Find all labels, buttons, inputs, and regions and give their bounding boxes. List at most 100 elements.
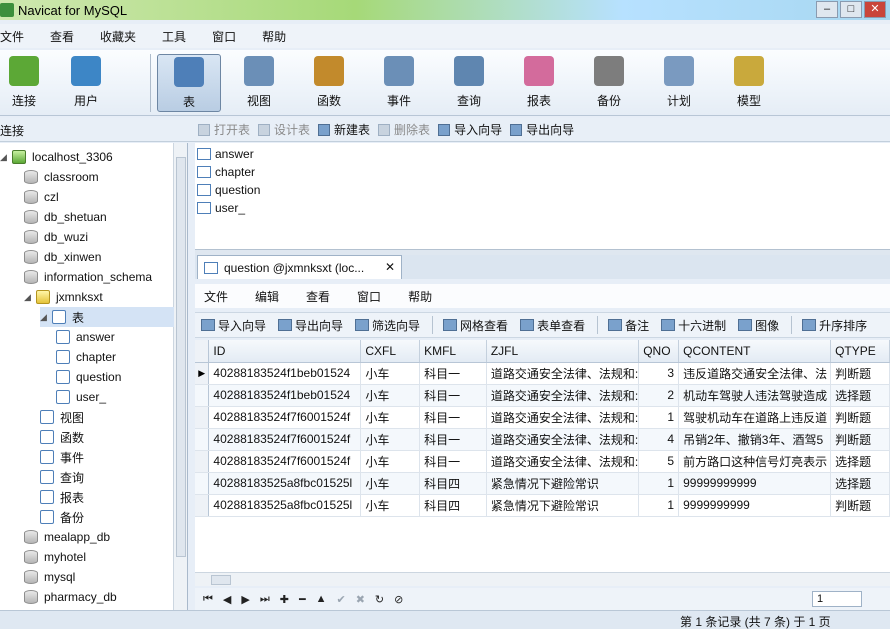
- table-object-list[interactable]: answer chapter question user_: [195, 143, 890, 249]
- column-header-id[interactable]: ID: [208, 340, 362, 363]
- grid-cell-kmfl[interactable]: 科目一: [419, 428, 487, 451]
- collapse-arrow-icon[interactable]: ◢: [40, 312, 50, 323]
- connection-tree[interactable]: ◢ localhost_3306 classroom czl db_shetuan db_…: [0, 143, 188, 629]
- menu-item-1[interactable]: 查看: [50, 28, 86, 45]
- grid-cell-id[interactable]: 40288183524f1beb01524: [208, 384, 362, 407]
- grid-cell-zjfl[interactable]: 紧急情况下避险常识: [486, 494, 640, 517]
- grid-cell-kmfl[interactable]: 科目一: [419, 406, 487, 429]
- grid-cell-qcontent[interactable]: 前方路口这种信号灯亮表示: [678, 450, 832, 473]
- first-record-icon[interactable]: ⏮: [203, 593, 213, 606]
- column-header-cxfl[interactable]: CXFL: [360, 340, 421, 363]
- tree-item-localhost-3306[interactable]: ◢ localhost_3306: [0, 147, 113, 167]
- toolbar-backup-button[interactable]: 备份: [577, 54, 641, 112]
- grid-tool-2[interactable]: 筛选向导: [355, 317, 420, 334]
- data-grid[interactable]: ID CXFL KMFL ZJFL QNO QCONTENT QTYPE ▶ 40288183…: [195, 340, 890, 572]
- toolbar-report-button[interactable]: 报表: [507, 54, 571, 112]
- tree-item-mysql[interactable]: mysql: [24, 567, 75, 587]
- apply-edit-icon[interactable]: ✔: [336, 593, 345, 606]
- tree-item--[interactable]: 视图: [40, 407, 84, 427]
- tree-item-db-shetuan[interactable]: db_shetuan: [24, 207, 107, 227]
- tree-item--[interactable]: 报表: [40, 487, 84, 507]
- inner-menu-item-2[interactable]: 查看: [306, 288, 330, 305]
- tree-item-mealapp-db[interactable]: mealapp_db: [24, 527, 110, 547]
- move-up-icon[interactable]: ▲: [316, 593, 327, 605]
- grid-cell-cxfl[interactable]: 小车: [360, 494, 421, 517]
- grid-cell-qtype[interactable]: 判断题: [830, 362, 890, 385]
- grid-cell-qcontent[interactable]: 9999999999: [678, 494, 832, 517]
- toolbar-function-button[interactable]: 函数: [297, 54, 361, 112]
- grid-tool-3[interactable]: 网格查看: [443, 317, 508, 334]
- grid-cell-id[interactable]: 40288183525a8fbc01525l: [208, 494, 362, 517]
- column-header-kmfl[interactable]: KMFL: [419, 340, 487, 363]
- grid-cell-zjfl[interactable]: 道路交通安全法律、法规和:: [486, 384, 640, 407]
- grid-cell-zjfl[interactable]: 道路交通安全法律、法规和:: [486, 406, 640, 429]
- tree-item-czl[interactable]: czl: [24, 187, 59, 207]
- column-header-qno[interactable]: QNO: [638, 340, 680, 363]
- object-tool-5[interactable]: 导出向导: [510, 121, 574, 138]
- menu-item-4[interactable]: 窗口: [212, 28, 248, 45]
- tree-item-answer[interactable]: answer: [56, 327, 115, 347]
- inner-menu-item-1[interactable]: 编辑: [255, 288, 279, 305]
- tree-item-chapter[interactable]: chapter: [56, 347, 116, 367]
- table-row[interactable]: ▶ 40288183524f1beb01524 小车 科目一 道路交通安全法律、法规和:…: [195, 362, 890, 385]
- grid-cell-cxfl[interactable]: 小车: [360, 472, 421, 495]
- tree-item--[interactable]: 事件: [40, 447, 84, 467]
- tree-item-jxmnksxt[interactable]: ◢ jxmnksxt: [24, 287, 103, 307]
- grid-cell-kmfl[interactable]: 科目一: [419, 384, 487, 407]
- column-header-zjfl[interactable]: ZJFL: [486, 340, 640, 363]
- grid-cell-qtype[interactable]: 判断题: [830, 428, 890, 451]
- grid-cell-zjfl[interactable]: 道路交通安全法律、法规和:: [486, 428, 640, 451]
- table-row[interactable]: 40288183524f7f6001524f 小车 科目一 道路交通安全法律、法规和:…: [195, 428, 890, 451]
- cancel-edit-icon[interactable]: ✖: [356, 593, 365, 606]
- grid-cell-qcontent[interactable]: 99999999999: [678, 472, 832, 495]
- grid-cell-qcontent[interactable]: 违反道路交通安全法律、法: [678, 362, 832, 385]
- page-number-input[interactable]: 1: [812, 591, 862, 607]
- next-record-icon[interactable]: ▶: [241, 593, 249, 606]
- collapse-arrow-icon[interactable]: ◢: [24, 292, 34, 303]
- menu-item-5[interactable]: 帮助: [262, 28, 298, 45]
- tree-item-db-xinwen[interactable]: db_xinwen: [24, 247, 101, 267]
- object-tool-0[interactable]: 打开表: [198, 121, 250, 138]
- grid-cell-qno[interactable]: 2: [638, 384, 680, 407]
- toolbar-table-button[interactable]: 表: [157, 54, 221, 112]
- menu-item-0[interactable]: 文件: [0, 28, 36, 45]
- tab-close-icon[interactable]: ✕: [385, 260, 395, 274]
- grid-cell-kmfl[interactable]: 科目一: [419, 362, 487, 385]
- tree-item-question[interactable]: question: [56, 367, 121, 387]
- grid-cell-kmfl[interactable]: 科目一: [419, 450, 487, 473]
- grid-cell-qtype[interactable]: 判断题: [830, 494, 890, 517]
- tree-scroll-thumb[interactable]: [176, 157, 186, 557]
- toolbar-event-button[interactable]: 事件: [367, 54, 431, 112]
- grid-cell-id[interactable]: 40288183524f7f6001524f: [208, 406, 362, 429]
- table-list-item-user[interactable]: user_: [197, 199, 245, 217]
- grid-cell-zjfl[interactable]: 道路交通安全法律、法规和:: [486, 362, 640, 385]
- toolbar-user-button[interactable]: 用户: [54, 54, 118, 112]
- grid-tool-0[interactable]: 导入向导: [201, 317, 266, 334]
- grid-cell-cxfl[interactable]: 小车: [360, 362, 421, 385]
- grid-cell-id[interactable]: 40288183524f1beb01524: [208, 362, 362, 385]
- grid-cell-id[interactable]: 40288183524f7f6001524f: [208, 450, 362, 473]
- table-list-item-chapter[interactable]: chapter: [197, 163, 255, 181]
- tree-item-information-schema[interactable]: information_schema: [24, 267, 152, 287]
- tree-item--[interactable]: 查询: [40, 467, 84, 487]
- refresh-icon[interactable]: ↻: [375, 593, 384, 606]
- grid-cell-qcontent[interactable]: 驾驶机动车在道路上违反道: [678, 406, 832, 429]
- toolbar-view-button[interactable]: 视图: [227, 54, 291, 112]
- maximize-button[interactable]: □: [840, 1, 862, 18]
- grid-cell-qno[interactable]: 1: [638, 494, 680, 517]
- object-tool-3[interactable]: 删除表: [378, 121, 430, 138]
- table-row[interactable]: 40288183525a8fbc01525l 小车 科目四 紧急情况下避险常识 1 999…: [195, 494, 890, 517]
- grid-tool-6[interactable]: 十六进制: [661, 317, 726, 334]
- tree-item-db-wuzi[interactable]: db_wuzi: [24, 227, 88, 247]
- grid-tool-4[interactable]: 表单查看: [520, 317, 585, 334]
- column-header-qcontent[interactable]: QCONTENT: [678, 340, 832, 363]
- grid-cell-qno[interactable]: 1: [638, 406, 680, 429]
- grid-cell-qcontent[interactable]: 机动车驾驶人违法驾驶造成: [678, 384, 832, 407]
- delete-record-icon[interactable]: ━: [299, 593, 306, 606]
- inner-menu-item-4[interactable]: 帮助: [408, 288, 432, 305]
- grid-cell-id[interactable]: 40288183525a8fbc01525l: [208, 472, 362, 495]
- grid-cell-qno[interactable]: 4: [638, 428, 680, 451]
- table-row[interactable]: 40288183525a8fbc01525l 小车 科目四 紧急情况下避险常识 1 999…: [195, 472, 890, 495]
- grid-cell-id[interactable]: 40288183524f7f6001524f: [208, 428, 362, 451]
- grid-cell-qno[interactable]: 1: [638, 472, 680, 495]
